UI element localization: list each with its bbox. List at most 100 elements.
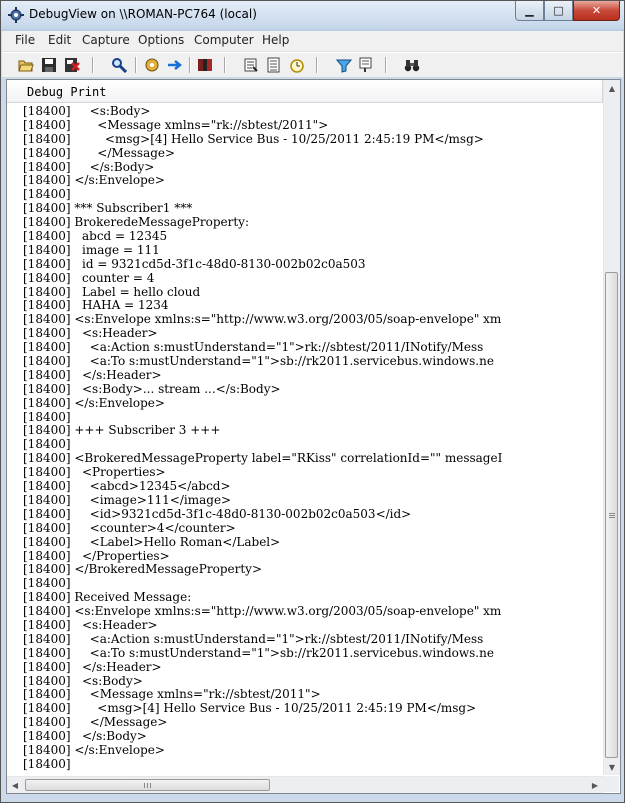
debug-line[interactable]: [18400] <a:Action s:mustUnderstand="1">r… <box>23 632 603 647</box>
process-id: [18400] <box>23 520 71 535</box>
debug-line[interactable]: [18400] <s:Header> <box>23 326 603 341</box>
debug-line[interactable]: [18400] </s:Body> <box>23 160 603 175</box>
debug-output-pane[interactable]: Debug Print [18400] <s:Body> [18400] <Mes… <box>6 79 621 794</box>
debug-line[interactable]: [18400] <id>9321cd5d-3f1c-48d0-8130-002b… <box>23 507 603 522</box>
debug-text: </Message> <box>74 145 176 160</box>
debug-line[interactable]: [18400] <box>23 576 603 591</box>
debug-line[interactable]: [18400] </s:Body> <box>23 729 603 744</box>
debug-line[interactable]: [18400] <msg>[4] Hello Service Bus - 10/… <box>23 701 603 716</box>
clear-icon <box>65 58 80 72</box>
minimize-button[interactable]: ▁ <box>515 1 544 21</box>
vertical-scrollbar[interactable]: ▲ ▼ <box>603 80 620 775</box>
debug-line[interactable]: [18400] +++ Subscriber 3 +++ <box>23 424 603 438</box>
debug-line[interactable]: [18400] abcd = 12345 <box>23 229 603 244</box>
debug-line[interactable]: [18400] <s:Body> <box>23 674 603 689</box>
debug-line[interactable]: [18400] <s:Envelope xmlns:s="http://www.… <box>23 312 603 327</box>
highlight-icon <box>359 57 372 72</box>
process-id: [18400] <box>23 215 71 230</box>
debug-line[interactable]: [18400] <a:To s:mustUnderstand="1">sb://… <box>23 354 603 369</box>
menu-computer[interactable]: Computer <box>194 33 254 47</box>
debug-line[interactable]: [18400] <image>111</image> <box>23 493 603 508</box>
menu-help[interactable]: Help <box>262 33 289 47</box>
maximize-button[interactable]: □ <box>544 1 573 21</box>
capture-button[interactable] <box>143 56 161 74</box>
menu-capture[interactable]: Capture <box>82 33 130 47</box>
debug-line[interactable]: [18400] counter = 4 <box>23 271 603 286</box>
binoculars-button[interactable] <box>403 56 421 74</box>
process-id: [18400] <box>23 201 71 216</box>
debug-line[interactable]: [18400] Label = hello cloud <box>23 284 603 300</box>
debug-line[interactable]: [18400] <s:Header> <box>23 618 603 633</box>
debug-line[interactable]: [18400] </s:Envelope> <box>23 396 603 411</box>
debug-line[interactable]: [18400] <s:Envelope xmlns:s="http://www.… <box>23 604 603 619</box>
open-button[interactable] <box>17 56 35 74</box>
menu-options[interactable]: Options <box>138 33 184 47</box>
vertical-scroll-thumb[interactable] <box>605 272 618 758</box>
debug-line[interactable]: [18400] <box>23 757 603 772</box>
debug-line[interactable]: [18400] </s:Envelope> <box>23 174 603 188</box>
debug-line[interactable]: [18400] <box>23 187 603 202</box>
time-button[interactable] <box>265 56 283 74</box>
debug-line[interactable]: [18400] BrokeredeMessageProperty: <box>23 215 603 230</box>
filter-button[interactable] <box>335 56 353 74</box>
debug-line[interactable]: [18400] HAHA = 1234 <box>23 299 603 313</box>
title-bar[interactable]: DebugView on \\ROMAN-PC764 (local) ▁ □ ✕ <box>1 1 624 29</box>
process-id: [18400] <box>23 701 71 716</box>
debug-line[interactable]: [18400] </BrokeredMessageProperty> <box>23 562 603 577</box>
save-button[interactable] <box>40 56 58 74</box>
process-id: [18400] <box>23 105 71 118</box>
find-button[interactable] <box>110 56 128 74</box>
debug-line[interactable]: [18400] <abcd>12345</abcd> <box>23 479 603 494</box>
history-button[interactable] <box>196 56 214 74</box>
debug-line[interactable]: [18400] *** Subscriber1 *** <box>23 201 603 216</box>
debug-line[interactable]: [18400] </s:Header> <box>23 660 603 675</box>
debug-line[interactable]: [18400] Received Message: <box>23 590 603 605</box>
debug-line[interactable]: [18400] </Message> <box>23 145 603 161</box>
process-id: [18400] <box>23 229 71 244</box>
debug-line[interactable]: [18400] <box>23 410 603 425</box>
window-title: DebugView on \\ROMAN-PC764 (local) <box>29 7 257 21</box>
scroll-right-arrow-icon[interactable]: ▶ <box>587 777 603 793</box>
process-id: [18400] <box>23 687 71 702</box>
debug-line[interactable]: [18400] <Message xmlns="rk://sbtest/2011… <box>23 687 603 702</box>
debug-text: <Properties> <box>74 465 166 480</box>
menu-edit[interactable]: Edit <box>48 33 71 47</box>
debug-text: HAHA = 1234 <box>74 298 169 313</box>
process-id: [18400] <box>23 562 71 577</box>
debug-line[interactable]: [18400] </Message> <box>23 715 603 730</box>
debug-line[interactable]: [18400] <Properties> <box>23 465 603 480</box>
debug-line[interactable]: [18400] <box>23 437 603 452</box>
process-id: [18400] <box>23 284 71 299</box>
options-button[interactable] <box>242 56 260 74</box>
debug-line[interactable]: [18400] </s:Envelope> <box>23 743 603 758</box>
clock-button[interactable] <box>288 56 306 74</box>
debug-line[interactable]: [18400] <s:Body> <box>23 105 603 119</box>
horizontal-scroll-thumb[interactable] <box>25 779 270 791</box>
close-button[interactable]: ✕ <box>573 1 620 21</box>
debug-line[interactable]: [18400] image = 111 <box>23 243 603 258</box>
debug-line[interactable]: [18400] <BrokeredMessageProperty label="… <box>23 451 603 466</box>
scroll-up-arrow-icon[interactable]: ▲ <box>604 80 620 96</box>
debug-line[interactable]: [18400] </s:Header> <box>23 368 603 383</box>
clear-button[interactable] <box>63 56 81 74</box>
horizontal-scrollbar[interactable]: ◀ ▶ <box>7 776 603 793</box>
menu-file[interactable]: File <box>15 33 35 47</box>
debug-line[interactable]: [18400] <s:Body>... stream ...</s:Body> <box>23 382 603 397</box>
debug-line[interactable]: [18400] id = 9321cd5d-3f1c-48d0-8130-002… <box>23 257 603 272</box>
debug-text: <s:Envelope xmlns:s="http://www.w3.org/2… <box>74 312 502 327</box>
debug-line[interactable]: [18400] <counter>4</counter> <box>23 520 603 536</box>
debug-line[interactable]: [18400] <a:To s:mustUnderstand="1">sb://… <box>23 646 603 661</box>
save-icon <box>42 58 56 72</box>
debug-line[interactable]: [18400] <msg>[4] Hello Service Bus - 10/… <box>23 132 603 147</box>
scroll-down-arrow-icon[interactable]: ▼ <box>604 759 620 775</box>
debug-line[interactable]: [18400] <Label>Hello Roman</Label> <box>23 535 603 550</box>
debug-line[interactable]: [18400] <Message xmlns="rk://sbtest/2011… <box>23 118 603 133</box>
column-header-debug-print[interactable]: Debug Print <box>7 80 603 103</box>
debug-text: *** Subscriber1 *** <box>74 201 193 216</box>
debug-line[interactable]: [18400] <a:Action s:mustUnderstand="1">r… <box>23 340 603 355</box>
highlight-button[interactable] <box>357 56 375 74</box>
debug-text: <s:Body> <box>74 105 151 118</box>
scroll-left-arrow-icon[interactable]: ◀ <box>7 777 23 793</box>
autoscroll-button[interactable] <box>166 56 184 74</box>
debug-line[interactable]: [18400] </Properties> <box>23 549 603 564</box>
